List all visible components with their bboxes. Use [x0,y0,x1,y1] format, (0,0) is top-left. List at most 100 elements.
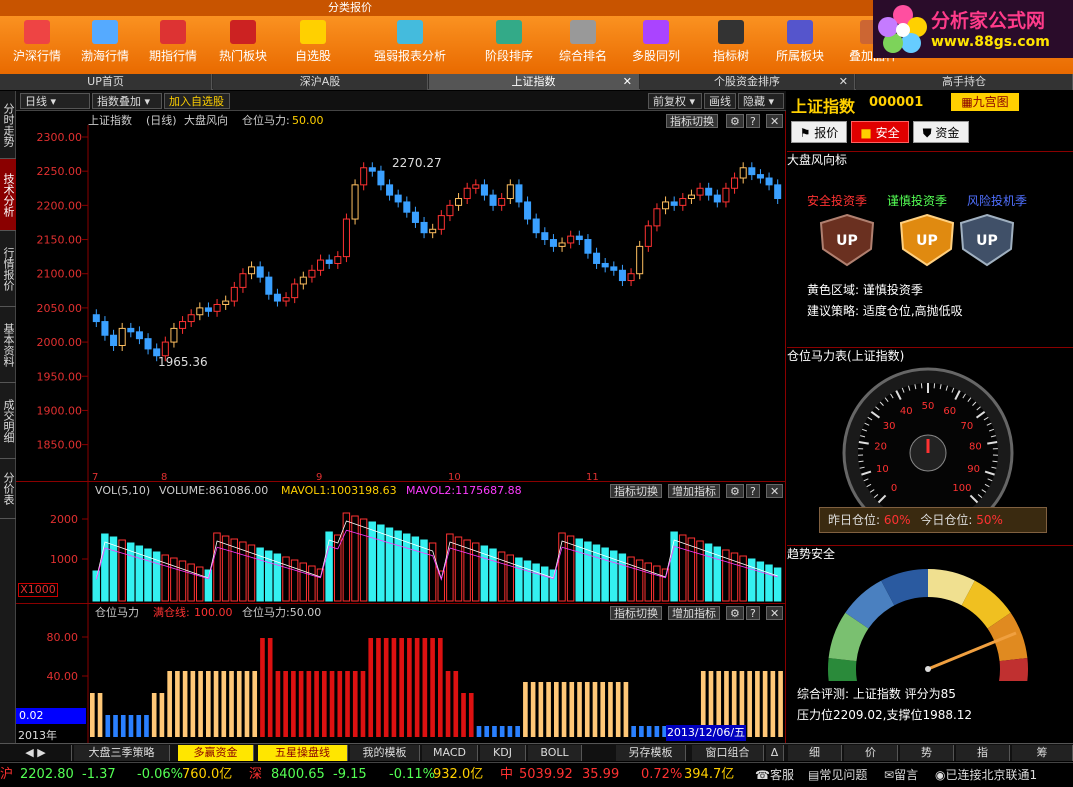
zh-label: 中 [500,763,513,787]
svg-text:UP: UP [976,233,998,249]
add-favorite-button[interactable]: 加入自选股 [164,93,230,109]
toolbar-button-label: 多股同列 [632,49,680,63]
side-tab-trades[interactable]: 成交明细 [0,383,16,459]
toolbar-button-label: 所属板块 [776,49,824,63]
section-wind: 大盘风向标 [787,151,1073,167]
fund-button[interactable]: ⛊ 资金 [913,121,969,143]
candlestick-chart[interactable]: 2300.002250.002200.002150.002100.002050.… [16,111,786,481]
service-link[interactable]: ☎客服 [755,763,794,787]
candle-body [766,178,772,185]
delta-button[interactable]: Δ [766,745,784,761]
overlay-select[interactable]: 指数叠加 ▾ [92,93,162,109]
tab-my-template[interactable]: 我的模板 [350,745,420,761]
position-bar [229,671,234,737]
toolbar-button-3[interactable]: 热门板块 [210,18,276,68]
volume-bar [222,536,228,601]
position-bar [763,671,768,737]
arrow-left-icon[interactable]: ◀ [25,746,33,759]
fq-select[interactable]: 前复权 ▾ [648,93,702,109]
toolbar-button-6[interactable]: 阶段排序 [474,18,544,68]
x-tick-label: 7 [92,472,98,481]
position-chart[interactable]: 80.0040.00 [16,603,786,743]
toolbar-button-4[interactable]: 自选股 [280,18,346,68]
tab-kdj[interactable]: KDJ [480,745,526,761]
toolbar-button-label: 沪深行情 [13,49,61,63]
y-tick-label: 40.00 [47,670,79,683]
faq-link[interactable]: ▤常见问题 [808,763,867,787]
candle-body [542,233,548,240]
candle-body [180,322,186,329]
close-icon[interactable]: ✕ [623,74,632,90]
tab-multi-win[interactable]: 多赢资金 [178,745,254,761]
volume-bar [188,564,194,601]
hide-select[interactable]: 隐藏 ▾ [738,93,784,109]
grid-view-button[interactable]: ▦九宫图 [951,93,1019,111]
toolbar-button-9[interactable]: 指标树 [700,18,762,68]
volume-bar [645,563,651,601]
tab-macd[interactable]: MACD [422,745,478,761]
toolbar-button-2[interactable]: 期指行情 [140,18,206,68]
tab-index[interactable]: 指 [956,745,1010,761]
candle-body [136,332,142,339]
tab-price[interactable]: 价 [844,745,898,761]
volume-bar [171,558,177,601]
tab-detail[interactable]: 细 [788,745,842,761]
right-panel: 上证指数 000001 ▦九宫图 ⚑ 报价 ■ 安全 ⛊ 资金 大盘风向标 安全… [787,91,1073,743]
toolbar-button-0[interactable]: 沪深行情 [4,18,70,68]
toolbar-button-7[interactable]: 综合排名 [548,18,618,68]
safety-button[interactable]: ■ 安全 [851,121,909,143]
volume-bar [369,522,375,601]
tab-trend[interactable]: 势 [900,745,954,761]
side-tab-tech[interactable]: 技术分析 [0,159,16,231]
period-select[interactable]: 日线 ▾ [20,93,90,109]
volume-bar [749,559,755,601]
candle-body [490,195,496,205]
gauge-tick [859,461,864,462]
side-tab-intraday[interactable]: 分时走势 [0,91,16,159]
zh-change: 35.99 [582,763,619,787]
tab-fund-rank[interactable]: 个股资金排序✕ [640,74,855,90]
tab-master[interactable]: 高手持仓 [856,74,1073,90]
candle-body [93,315,99,322]
position-bar [415,638,420,737]
season-cautious: 谨慎投资季 [887,192,947,209]
draw-line-button[interactable]: 画线 [704,93,736,109]
toolbar-button-10[interactable]: 所属板块 [765,18,835,68]
position-bar [314,671,319,737]
tab-boll[interactable]: BOLL [528,745,582,761]
message-link[interactable]: ✉留言 [884,763,918,787]
toolbar-button-label: 渤海行情 [81,49,129,63]
volume-bar [214,533,220,601]
volume-bar [386,528,392,601]
candle-body [240,274,246,288]
close-icon[interactable]: ✕ [839,74,848,90]
high-annotation: 2270.27 [392,156,442,170]
toolbar-button-8[interactable]: 多股同列 [620,18,692,68]
window-combo-button[interactable]: 窗口组合 [692,745,764,761]
toolbar-button-5[interactable]: 强弱报表分析 [350,18,470,68]
today-label: 今日仓位: [920,513,972,527]
strategy-text: 建议策略: 适度仓位,高抛低吸 [807,302,963,319]
position-bar [221,671,226,737]
tab-five-star[interactable]: 五星操盘线 [258,745,348,761]
tab-strategy[interactable]: 大盘三季策略 [74,745,170,761]
position-bar [585,682,590,737]
side-tab-price-dist[interactable]: 分价表 [0,459,16,519]
volume-bar [412,537,418,601]
arrow-right-icon[interactable]: ▶ [37,746,45,759]
tab-sh-index[interactable]: 上证指数✕ [429,74,639,90]
side-tab-quote[interactable]: 行情报价 [0,231,16,307]
gauge-tick-label: 20 [874,441,887,452]
y-tick-label: 2250.00 [37,165,83,178]
save-template-button[interactable]: 另存模板 [616,745,686,761]
toolbar-button-1[interactable]: 渤海行情 [72,18,138,68]
tab-sh-sz-a[interactable]: 深沪A股 [213,74,428,90]
side-tab-basic[interactable]: 基本资料 [0,307,16,383]
volume-bar [326,532,332,601]
position-bar [608,682,613,737]
tab-home[interactable]: UP首页 [0,74,212,90]
position-bar [747,671,752,737]
quote-button[interactable]: ⚑ 报价 [791,121,847,143]
tab-chip[interactable]: 筹 [1012,745,1073,761]
volume-chart[interactable]: 20001000 [16,481,786,603]
